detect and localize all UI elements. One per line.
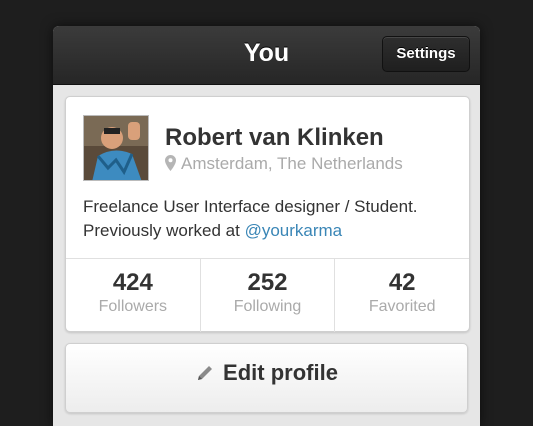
profile-card: Robert van Klinken Amsterdam, The Nether…	[65, 96, 470, 332]
location-pin-icon	[165, 155, 176, 171]
pencil-icon	[198, 366, 213, 380]
stat-favorited[interactable]: 42 Favorited	[335, 259, 469, 332]
stat-value: 42	[388, 269, 416, 296]
previous-employer-link[interactable]: @yourkarma	[245, 221, 343, 240]
profile-screen: You Settings Robert van Klinken Amsterda…	[53, 26, 480, 426]
bio-prefix: Previously worked at	[83, 221, 245, 240]
edit-profile-label: Edit profile	[223, 360, 338, 385]
profile-bio: Freelance User Interface designer / Stud…	[83, 195, 463, 243]
avatar[interactable]	[83, 115, 149, 181]
settings-button[interactable]: Settings	[382, 36, 470, 72]
stat-following[interactable]: 252 Following	[201, 259, 336, 332]
stats-bar: 424 Followers 252 Following 42 Favorited	[66, 258, 469, 332]
profile-location: Amsterdam, The Netherlands	[165, 154, 403, 174]
stat-label: Favorited	[368, 298, 436, 315]
location-text: Amsterdam, The Netherlands	[181, 154, 403, 173]
edit-profile-button[interactable]: Edit profile	[65, 343, 468, 413]
stat-followers[interactable]: 424 Followers	[66, 259, 201, 332]
bio-line: Previously worked at @yourkarma	[83, 219, 463, 243]
stat-label: Followers	[98, 298, 168, 315]
navigation-bar: You Settings	[53, 26, 480, 85]
stat-label: Following	[233, 298, 302, 315]
stat-value: 252	[247, 269, 288, 296]
bio-line: Freelance User Interface designer / Stud…	[83, 197, 418, 216]
stat-value: 424	[112, 269, 153, 296]
avatar-photo-icon	[84, 116, 148, 180]
profile-name: Robert van Klinken	[165, 124, 384, 151]
